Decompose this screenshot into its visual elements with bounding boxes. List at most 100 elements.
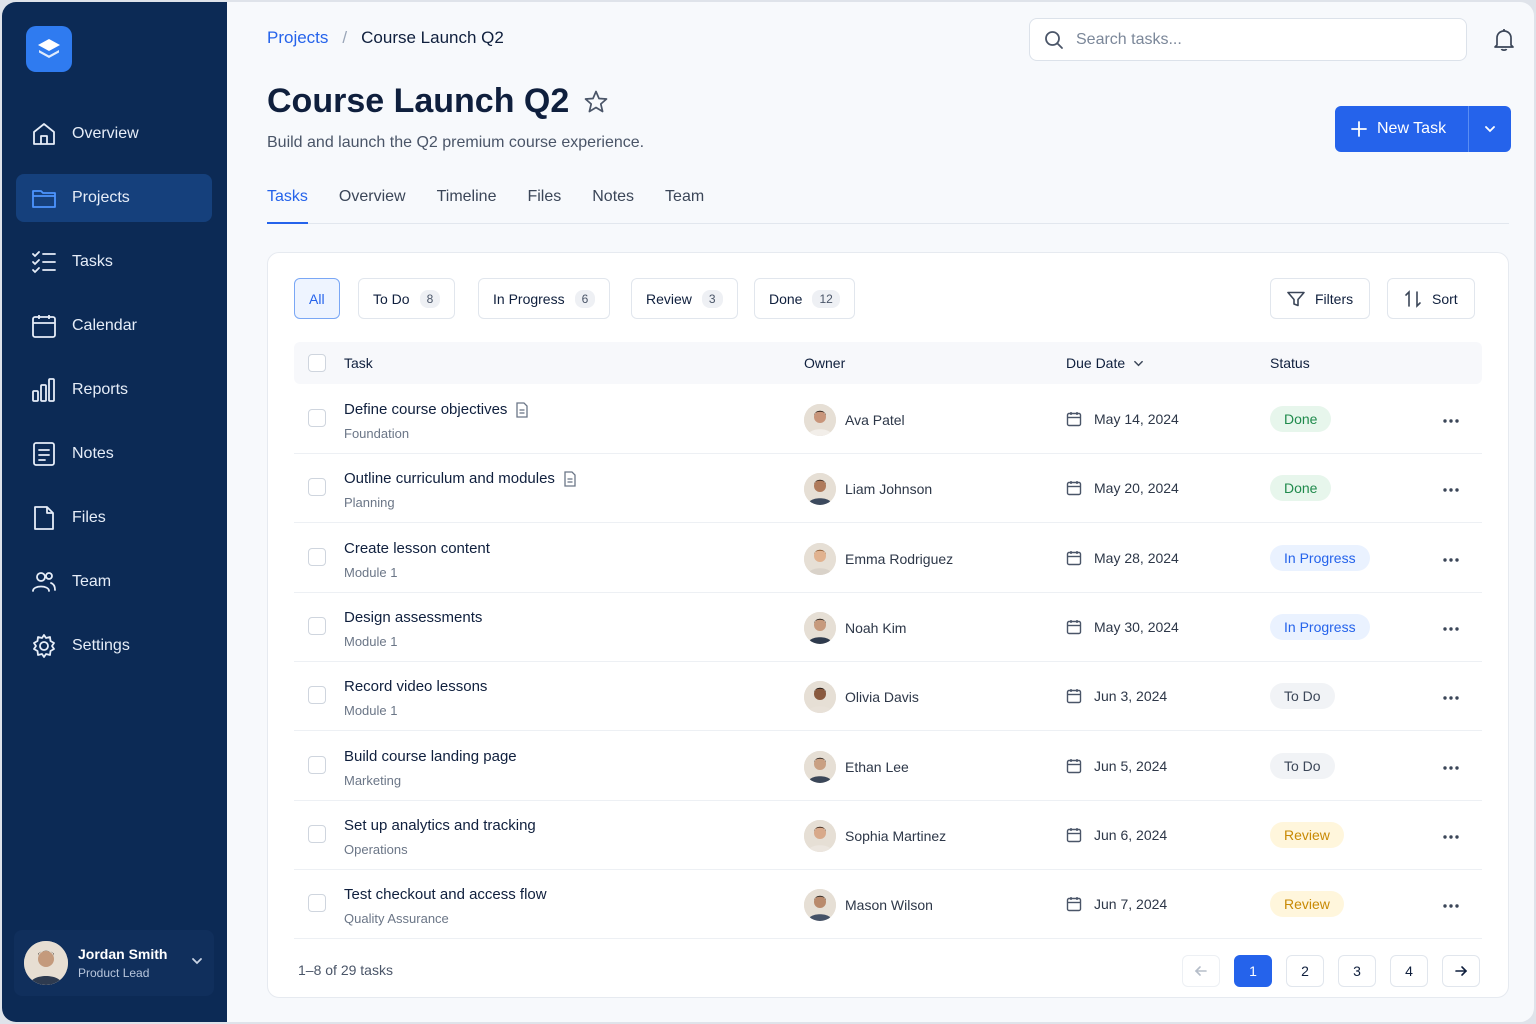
task-category: Module 1 [344, 633, 398, 649]
app-logo[interactable] [26, 26, 72, 72]
column-header-due-date[interactable]: Due Date [1066, 355, 1144, 371]
sort-button[interactable]: Sort [1387, 278, 1475, 319]
row-checkbox[interactable] [308, 409, 326, 427]
row-more-actions-button[interactable] [1442, 827, 1460, 845]
sidebar-item-overview[interactable]: Overview [16, 110, 212, 158]
sidebar-item-notes[interactable]: Notes [16, 430, 212, 478]
row-more-actions-button[interactable] [1442, 619, 1460, 637]
pagination-next-button[interactable] [1442, 955, 1480, 987]
chevron-down-icon [190, 954, 204, 973]
table-row[interactable]: Define course objectives Foundation Ava Pa… [294, 385, 1482, 454]
team-icon [30, 568, 58, 596]
new-task-dropdown-button[interactable] [1469, 106, 1511, 152]
column-header-status[interactable]: Status [1270, 355, 1310, 371]
task-title[interactable]: Define course objectives [344, 401, 529, 418]
row-more-actions-button[interactable] [1442, 688, 1460, 706]
checklist-icon [30, 248, 58, 276]
task-title[interactable]: Create lesson content [344, 540, 490, 557]
row-checkbox[interactable] [308, 547, 326, 566]
filter-funnel-icon [1287, 291, 1305, 306]
tab-team[interactable]: Team [665, 188, 704, 224]
table-row[interactable]: Outline curriculum and modules Planning Li… [294, 454, 1482, 524]
search-icon [1045, 30, 1063, 49]
search-input[interactable] [1076, 30, 1436, 49]
task-title[interactable]: Test checkout and access flow [344, 886, 547, 903]
task-owner: Sophia Martinez [804, 819, 947, 852]
filter-chip-todo[interactable]: To Do 8 [358, 278, 456, 319]
tab-timeline[interactable]: Timeline [437, 188, 497, 224]
row-more-actions-button[interactable] [1442, 758, 1460, 776]
table-row[interactable]: Record video lessons Module 1 Olivia Davis… [294, 662, 1482, 732]
task-title[interactable]: Record video lessons [344, 678, 487, 695]
user-profile-menu[interactable]: Jordan Smith Product Lead [14, 930, 214, 996]
sidebar-item-settings[interactable]: Settings [16, 622, 212, 670]
sidebar-item-tasks[interactable]: Tasks [16, 238, 212, 286]
row-checkbox[interactable] [308, 755, 326, 774]
tab-tasks[interactable]: Tasks [267, 188, 308, 224]
tab-overview[interactable]: Overview [339, 188, 406, 224]
sidebar-item-projects[interactable]: Projects [16, 174, 212, 222]
filter-chip-all[interactable]: All [294, 278, 340, 319]
row-more-actions-button[interactable] [1442, 411, 1460, 429]
select-all-checkbox[interactable] [308, 354, 326, 372]
new-task-button[interactable]: New Task [1335, 106, 1469, 152]
pagination-page-1[interactable]: 1 [1234, 955, 1272, 987]
favorite-star-icon[interactable] [583, 89, 609, 120]
tab-notes[interactable]: Notes [592, 188, 634, 224]
more-horizontal-icon [1443, 835, 1459, 839]
row-more-actions-button[interactable] [1442, 896, 1460, 914]
table-row[interactable]: Design assessments Module 1 Noah Kim May 30… [294, 593, 1482, 662]
notification-bell-icon[interactable] [1493, 28, 1515, 57]
status-badge: Done [1270, 475, 1332, 502]
sort-arrows-icon [1405, 289, 1421, 308]
sidebar-item-calendar[interactable]: Calendar [16, 302, 212, 350]
sidebar-item-team[interactable]: Team [16, 558, 212, 606]
gear-icon [30, 632, 58, 660]
status-badge: In Progress [1270, 613, 1370, 640]
chevron-down-icon [1134, 360, 1144, 366]
search-box[interactable] [1029, 18, 1467, 61]
status-badge: Review [1270, 821, 1344, 848]
owner-name: Olivia Davis [845, 689, 919, 706]
arrow-left-icon [1194, 966, 1207, 976]
row-checkbox[interactable] [308, 894, 326, 913]
row-more-actions-button[interactable] [1442, 480, 1460, 498]
table-row[interactable]: Set up analytics and tracking Operations S… [294, 801, 1482, 870]
due-date-text: May 14, 2024 [1094, 411, 1179, 427]
task-title[interactable]: Outline curriculum and modules [344, 470, 577, 487]
filter-chip-label: Done [769, 290, 803, 307]
row-checkbox[interactable] [308, 824, 326, 843]
table-row[interactable]: Test checkout and access flow Quality Ass… [294, 870, 1482, 940]
sidebar-nav: Overview Projects Tasks Calendar Reports… [16, 110, 212, 686]
table-row[interactable]: Build course landing page Marketing Ethan … [294, 732, 1482, 801]
pagination-page-3[interactable]: 3 [1338, 955, 1376, 987]
pagination-page-4[interactable]: 4 [1390, 955, 1428, 987]
row-checkbox[interactable] [308, 616, 326, 635]
row-more-actions-button[interactable] [1442, 550, 1460, 568]
avatar [804, 611, 836, 644]
sidebar-item-label: Tasks [72, 253, 113, 270]
breadcrumb-projects-link[interactable]: Projects [267, 28, 328, 48]
filters-button[interactable]: Filters [1270, 278, 1371, 319]
filter-chip-review[interactable]: Review 3 [631, 278, 738, 319]
row-checkbox[interactable] [308, 478, 326, 497]
table-row[interactable]: Create lesson content Module 1 Emma Rodrig… [294, 524, 1482, 593]
user-role: Product Lead [78, 966, 150, 980]
task-title[interactable]: Build course landing page [344, 748, 517, 765]
avatar [804, 750, 836, 783]
filter-chip-in-progress[interactable]: In Progress 6 [478, 278, 611, 319]
pagination-prev-button[interactable] [1182, 955, 1220, 987]
calendar-icon [1066, 619, 1082, 635]
column-header-task[interactable]: Task [344, 355, 373, 371]
task-title[interactable]: Design assessments [344, 609, 482, 626]
pagination-page-2[interactable]: 2 [1286, 955, 1324, 987]
filter-chip-done[interactable]: Done 12 [754, 278, 855, 319]
sidebar-item-files[interactable]: Files [16, 494, 212, 542]
task-title[interactable]: Set up analytics and tracking [344, 817, 536, 834]
sidebar-item-reports[interactable]: Reports [16, 366, 212, 414]
owner-name: Sophia Martinez [845, 827, 947, 844]
tab-files[interactable]: Files [527, 188, 561, 224]
task-owner: Mason Wilson [804, 889, 933, 922]
row-checkbox[interactable] [308, 686, 326, 705]
column-header-owner[interactable]: Owner [804, 355, 845, 371]
